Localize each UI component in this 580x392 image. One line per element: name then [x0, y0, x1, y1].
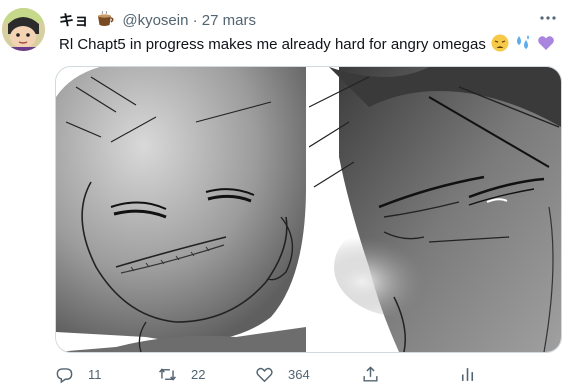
like-count: 364 [288, 366, 310, 382]
purple-heart-icon [538, 36, 555, 50]
retweet-button[interactable]: 22 [158, 362, 205, 386]
tweet-header: キョ @kyosein · 27 mars [59, 11, 256, 31]
avatar[interactable] [2, 8, 45, 51]
sweat-droplets-icon [517, 35, 530, 49]
analytics-icon [461, 367, 474, 381]
retweet-count: 22 [191, 366, 206, 382]
manga-sketch-image-left [56, 67, 306, 352]
reply-count: 11 [88, 366, 102, 382]
separator-dot: · [192, 12, 198, 29]
reply-icon [56, 367, 73, 383]
analytics-button[interactable] [458, 362, 477, 386]
like-button[interactable]: 364 [255, 362, 310, 386]
media-grid[interactable] [55, 66, 562, 353]
manga-sketch-image-right [308, 67, 561, 352]
share-button[interactable] [361, 362, 380, 386]
tweet-body: Rl Chapt5 in progress makes me already h… [59, 36, 486, 53]
coffee-cup-icon [98, 11, 114, 26]
share-icon [363, 365, 378, 382]
author-name[interactable]: キョ [59, 12, 89, 29]
weary-face-icon [491, 34, 509, 52]
media-image-right[interactable] [308, 67, 561, 352]
reply-button[interactable]: 11 [55, 362, 102, 386]
more-options-icon[interactable] [538, 10, 558, 26]
avatar-image [2, 8, 45, 51]
media-image-left[interactable] [56, 67, 306, 352]
heart-icon [256, 367, 273, 382]
tweet[interactable]: キョ @kyosein · 27 mars Rl Chapt5 in progr… [0, 0, 580, 392]
tweet-text: Rl Chapt5 in progress makes me already h… [59, 34, 555, 55]
retweet-icon [159, 367, 176, 381]
tweet-actions: 11 22 364 [0, 362, 580, 386]
tweet-date[interactable]: 27 mars [202, 12, 256, 29]
author-handle[interactable]: @kyosein [122, 12, 188, 29]
